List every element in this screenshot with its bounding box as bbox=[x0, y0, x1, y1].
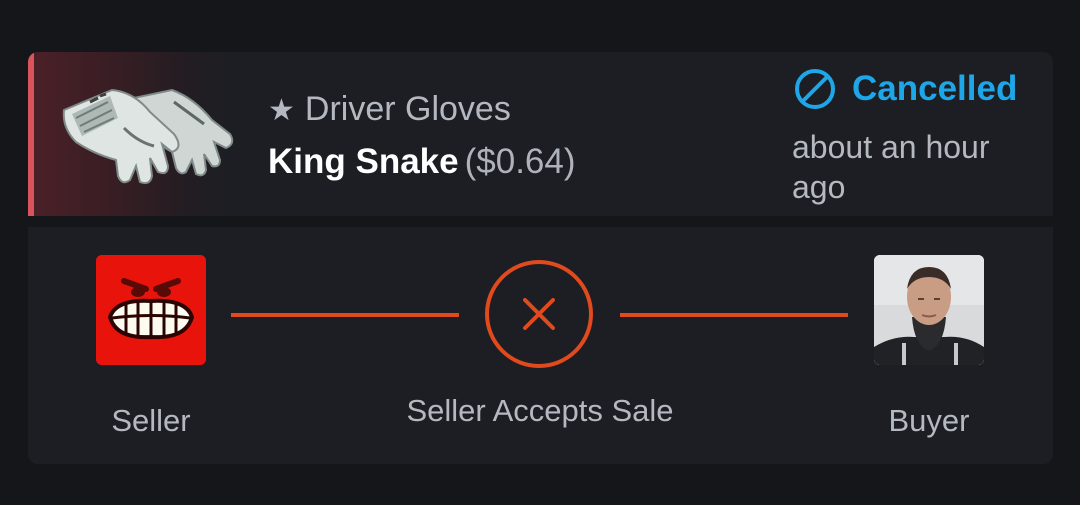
item-price: ($0.64) bbox=[464, 142, 576, 181]
item-name-label: King Snake bbox=[268, 142, 459, 181]
status-timestamp: about an hour ago bbox=[792, 129, 990, 205]
seller-label: Seller bbox=[111, 403, 191, 438]
step-label: Seller Accepts Sale bbox=[406, 393, 674, 428]
trade-card: ★ Driver Gloves King Snake ($0.64) Cancell… bbox=[28, 52, 1053, 464]
trade-flow: Seller Seller Accepts Sale Buyer bbox=[28, 227, 1053, 464]
flow-connector-left bbox=[231, 313, 459, 317]
buyer-avatar[interactable] bbox=[874, 255, 984, 365]
status-label: Cancelled bbox=[852, 69, 1018, 108]
star-icon: ★ bbox=[268, 94, 295, 127]
item-type: ★ Driver Gloves bbox=[268, 90, 511, 129]
step-status-circle bbox=[485, 260, 593, 368]
gloves-image bbox=[62, 88, 234, 185]
buyer-label: Buyer bbox=[888, 403, 970, 438]
person-photo-avatar-icon bbox=[874, 255, 984, 365]
panel-divider bbox=[28, 216, 1053, 227]
angry-face-avatar-icon bbox=[96, 255, 206, 365]
x-icon bbox=[523, 298, 555, 330]
item-title: King Snake ($0.64) bbox=[268, 142, 576, 182]
seller-avatar[interactable] bbox=[96, 255, 206, 365]
status-badge: Cancelled bbox=[794, 68, 1017, 110]
item-panel[interactable]: ★ Driver Gloves King Snake ($0.64) Cancell… bbox=[28, 52, 1053, 216]
item-type-label: Driver Gloves bbox=[304, 90, 511, 128]
flow-connector-right bbox=[620, 313, 848, 317]
item-thumbnail bbox=[34, 52, 234, 216]
cancelled-circle-icon bbox=[795, 69, 835, 109]
